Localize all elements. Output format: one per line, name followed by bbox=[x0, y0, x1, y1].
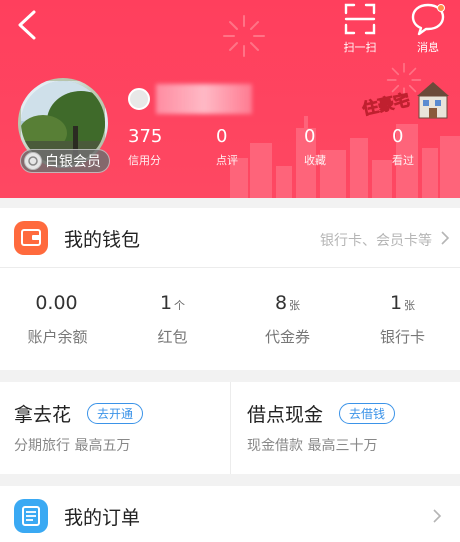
stat-label: 信用分 bbox=[128, 154, 161, 167]
orders-title: 我的订单 bbox=[64, 507, 141, 529]
installment-travel[interactable]: 拿去花 去开通 分期旅行 最高五万 bbox=[0, 382, 230, 474]
finance-section: 拿去花 去开通 分期旅行 最高五万 借点现金 去借钱 现金借款 最高三十万 bbox=[0, 382, 460, 474]
svg-text:住豪宅: 住豪宅 bbox=[360, 90, 411, 119]
message-button[interactable]: 消息 bbox=[402, 2, 454, 56]
wallet-value: 0.00 bbox=[35, 292, 78, 314]
wallet-balance[interactable]: 0.00 账户余额 bbox=[0, 268, 115, 370]
wallet-hint: 银行卡、会员卡等 bbox=[320, 233, 432, 249]
stat-label: 点评 bbox=[216, 154, 238, 167]
stat-value: 0 bbox=[392, 126, 404, 147]
wallet-label: 账户余额 bbox=[27, 328, 88, 346]
stat-credit-score[interactable]: 375 信用分 bbox=[128, 126, 162, 168]
wallet-value: 1 bbox=[389, 292, 403, 314]
stat-reviews[interactable]: 0 点评 bbox=[216, 126, 238, 168]
stat-favorites[interactable]: 0 收藏 bbox=[304, 126, 326, 168]
profile-header: 扫一扫 消息 白银会员 375 信用分 0 点评 0 收藏 0 看过 住豪宅 bbox=[0, 0, 460, 198]
borrow-button[interactable]: 去借钱 bbox=[339, 403, 396, 424]
stat-value: 0 bbox=[304, 126, 316, 147]
user-medal-icon bbox=[128, 88, 150, 110]
member-level-badge[interactable]: 白银会员 bbox=[20, 149, 110, 173]
wallet-red-packet[interactable]: 1个 红包 bbox=[115, 268, 230, 370]
chevron-right-icon bbox=[441, 231, 450, 245]
stat-value: 0 bbox=[216, 126, 228, 147]
wallet-summary: 0.00 账户余额 1个 红包 8张 代金券 1张 银行卡 bbox=[0, 268, 460, 370]
orders-row[interactable]: 我的订单 bbox=[0, 486, 460, 542]
finance-title: 拿去花 bbox=[14, 404, 72, 426]
wallet-icon bbox=[14, 221, 48, 255]
scan-label: 扫一扫 bbox=[343, 41, 377, 54]
chevron-left-icon[interactable] bbox=[12, 8, 46, 42]
unread-dot bbox=[437, 4, 445, 12]
wallet-voucher[interactable]: 8张 代金券 bbox=[230, 268, 345, 370]
finance-title: 借点现金 bbox=[247, 404, 324, 426]
wallet-label: 红包 bbox=[157, 328, 188, 346]
wallet-unit: 张 bbox=[404, 299, 416, 312]
activate-button[interactable]: 去开通 bbox=[87, 403, 144, 424]
scan-button[interactable]: 扫一扫 bbox=[334, 2, 386, 56]
stat-label: 收藏 bbox=[304, 154, 326, 167]
silver-medal-icon bbox=[24, 152, 42, 170]
chevron-right-icon bbox=[433, 509, 442, 523]
blurred-username bbox=[156, 84, 252, 114]
cash-loan[interactable]: 借点现金 去借钱 现金借款 最高三十万 bbox=[230, 382, 460, 474]
wallet-value: 1 bbox=[159, 292, 173, 314]
finance-subtitle: 分期旅行 最高五万 bbox=[14, 438, 131, 454]
house-icon bbox=[417, 82, 449, 119]
wallet-row[interactable]: 我的钱包 银行卡、会员卡等 bbox=[0, 208, 460, 268]
message-label: 消息 bbox=[417, 41, 439, 54]
order-list-icon bbox=[14, 499, 48, 533]
wallet-unit: 张 bbox=[289, 299, 301, 312]
member-level-text: 白银会员 bbox=[45, 154, 101, 170]
wallet-bank-card[interactable]: 1张 银行卡 bbox=[345, 268, 460, 370]
finance-subtitle: 现金借款 最高三十万 bbox=[247, 438, 378, 454]
stat-label: 看过 bbox=[392, 154, 414, 167]
stat-value: 375 bbox=[128, 126, 163, 147]
firework-decoration bbox=[223, 15, 265, 57]
wallet-label: 银行卡 bbox=[379, 328, 425, 346]
scan-icon bbox=[344, 3, 376, 35]
mansion-promo-badge[interactable]: 住豪宅 bbox=[355, 70, 451, 126]
wallet-unit: 个 bbox=[174, 299, 186, 312]
stat-viewed[interactable]: 0 看过 bbox=[392, 126, 414, 168]
wallet-label: 代金券 bbox=[264, 328, 310, 346]
wallet-title: 我的钱包 bbox=[64, 229, 141, 251]
wallet-value: 8 bbox=[274, 292, 288, 314]
